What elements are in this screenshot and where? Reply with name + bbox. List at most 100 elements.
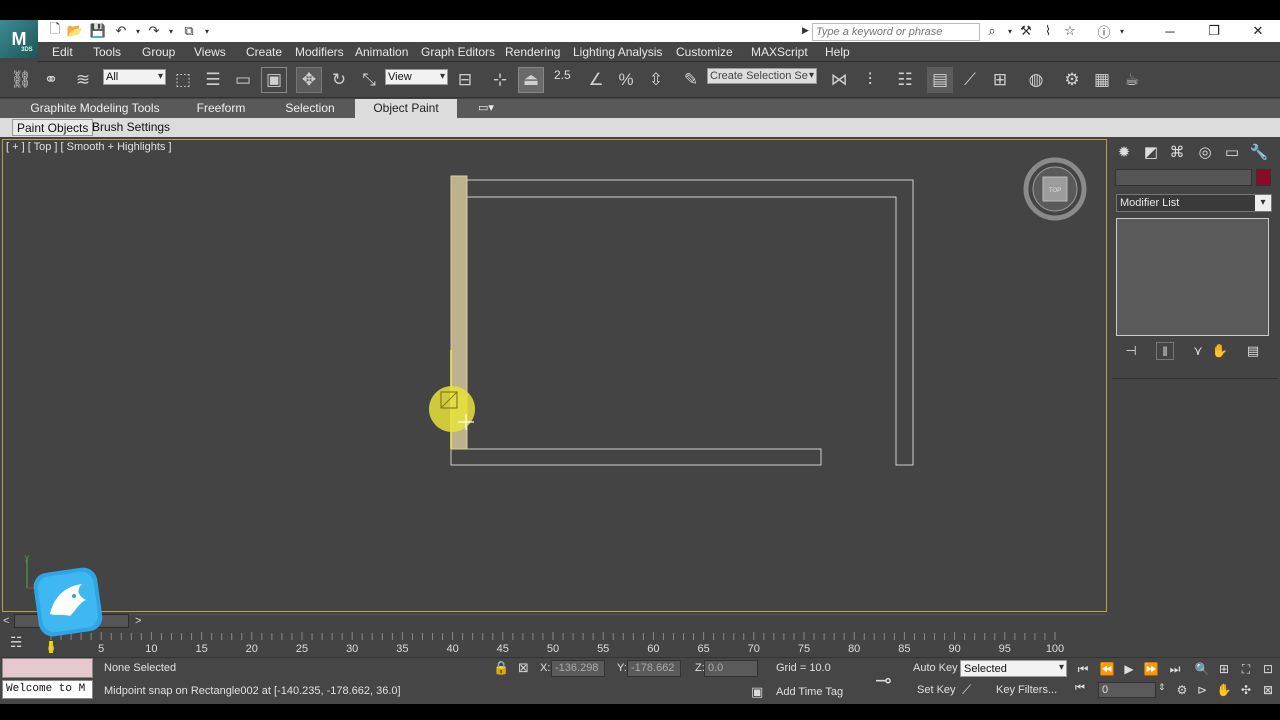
time-slider-next[interactable]: > [135, 615, 141, 627]
set-key-icon[interactable]: ⊸ [875, 668, 892, 693]
select-and-link-icon[interactable]: ⛓ [8, 67, 34, 93]
zoom-icon[interactable]: 🔍 [1192, 660, 1212, 678]
hierarchy-panel-icon[interactable]: ⌘ [1166, 142, 1188, 162]
menu-modifiers[interactable]: Modifiers [295, 45, 344, 59]
y-coordinate-field[interactable]: -178.662 [627, 660, 681, 677]
modifier-list-dropdown[interactable]: Modifier List ▾ [1116, 194, 1272, 212]
current-frame-field[interactable]: 0 [1098, 682, 1156, 698]
select-by-name-icon[interactable]: ☰ [200, 67, 226, 93]
panel-paint-objects[interactable]: Paint Objects [12, 119, 94, 136]
remove-modifier-icon[interactable]: ✋ [1211, 342, 1229, 360]
default-in-out-tangents-icon[interactable]: ⟋ [962, 682, 971, 698]
keyboard-shortcut-override-icon[interactable]: ⏏ [518, 67, 544, 93]
favorites-star-icon[interactable]: ☆ [1060, 22, 1080, 40]
pin-stack-icon[interactable]: ⊣ [1122, 342, 1140, 360]
go-to-end-icon[interactable]: ⏭ [1165, 660, 1185, 678]
window-crossing-icon[interactable]: ▣ [261, 67, 287, 93]
menu-group[interactable]: Group [142, 45, 175, 59]
frame-spinner-icon[interactable]: ⇕ [1158, 682, 1166, 693]
menu-edit[interactable]: Edit [52, 45, 73, 59]
mirror-icon[interactable]: ⋈ [826, 67, 852, 93]
set-key-button[interactable]: Set Key [917, 684, 956, 696]
snaps-toggle-value[interactable]: 2.5 [554, 68, 571, 82]
go-to-start-icon[interactable]: ⏮ [1073, 660, 1093, 678]
menu-views[interactable]: Views [194, 45, 226, 59]
binoculars-icon[interactable]: ⌕ [982, 22, 1002, 40]
menu-maxscript[interactable]: MAXScript [751, 45, 808, 59]
edit-named-selection-icon[interactable]: ✎ [678, 67, 704, 93]
key-filters-button[interactable]: Key Filters... [996, 684, 1057, 696]
absolute-mode-icon[interactable]: ⊠ [518, 660, 529, 676]
key-mode-dropdown[interactable]: Selected [960, 660, 1067, 677]
redo-icon[interactable]: ↷ [145, 22, 163, 40]
open-file-icon[interactable]: 📂 [66, 22, 84, 40]
previous-frame-icon[interactable]: ⏪ [1097, 660, 1117, 678]
render-setup-icon[interactable]: ⚙ [1059, 67, 1085, 93]
top-viewport[interactable] [2, 139, 1107, 612]
menu-rendering[interactable]: Rendering [505, 45, 560, 59]
restore-button[interactable]: ❐ [1192, 20, 1236, 42]
panel-brush-settings[interactable]: Brush Settings [88, 119, 174, 136]
time-slider-prev[interactable]: < [3, 615, 9, 627]
spinner-snap-icon[interactable]: ⇳ [643, 67, 669, 93]
show-end-result-icon[interactable]: ‖ [1156, 342, 1174, 360]
modifier-stack[interactable] [1116, 218, 1269, 336]
render-teapot-icon[interactable]: ☕ [1119, 67, 1145, 93]
object-name-field[interactable] [1115, 169, 1252, 186]
named-selection-sets-dropdown[interactable]: Create Selection Se [707, 68, 817, 84]
project-folder-icon[interactable]: ⧉ [180, 22, 198, 40]
redo-dropdown-icon[interactable]: ▾ [162, 22, 180, 40]
play-icon[interactable]: ▶ [1119, 660, 1139, 678]
viewport-label[interactable]: [ + ] [ Top ] [ Smooth + Highlights ] [6, 141, 172, 153]
zoom-all-icon[interactable]: ⊞ [1214, 660, 1234, 678]
search-input[interactable] [812, 23, 980, 41]
key-mode-toggle-icon[interactable]: ⏮ [1075, 682, 1085, 695]
field-of-view-icon[interactable]: ⊳ [1192, 681, 1212, 699]
select-and-scale-icon[interactable]: ⤡ [356, 67, 382, 93]
selection-lock-icon[interactable]: 🔒 [493, 660, 509, 676]
tab-freeform[interactable]: Freeform [186, 99, 256, 118]
time-tag-icon[interactable]: ▣ [751, 684, 763, 700]
tab-selection[interactable]: Selection [275, 99, 345, 118]
rectangular-selection-icon[interactable]: ▭ [230, 67, 256, 93]
close-button[interactable]: ✕ [1236, 20, 1280, 42]
select-and-move-icon[interactable]: ✥ [296, 67, 322, 93]
align-icon[interactable]: ⫶ [857, 67, 883, 93]
ribbon-options-icon[interactable]: ▭▾ [478, 101, 494, 114]
bind-space-warp-icon[interactable]: ≋ [70, 67, 96, 93]
time-slider-track[interactable] [14, 614, 1106, 628]
make-unique-icon[interactable]: ⋎ [1189, 342, 1207, 360]
utilities-panel-icon[interactable]: 🔧 [1248, 142, 1270, 162]
time-configuration-icon[interactable]: ⚙ [1172, 681, 1192, 699]
curve-editor-mini-icon[interactable]: ☵ [10, 634, 23, 651]
curve-editor-icon[interactable]: ⟋ [957, 67, 983, 93]
display-panel-icon[interactable]: ▭ [1221, 142, 1243, 162]
motion-panel-icon[interactable]: ◎ [1194, 142, 1216, 162]
zoom-extents-all-icon[interactable]: ⊡ [1258, 660, 1278, 678]
percent-snap-icon[interactable]: % [613, 67, 639, 93]
modify-panel-icon[interactable]: ◩ [1140, 142, 1162, 162]
maxscript-mini-listener[interactable] [2, 658, 93, 678]
manipulate-icon[interactable]: ⊹ [487, 67, 513, 93]
add-time-tag-button[interactable]: Add Time Tag [776, 686, 843, 698]
maxscript-output[interactable]: Welcome to M [2, 680, 93, 699]
save-file-icon[interactable]: 💾 [89, 22, 107, 40]
tab-object-paint[interactable]: Object Paint [355, 99, 457, 118]
communication-center-icon[interactable]: ⌇ [1038, 22, 1058, 40]
unlink-selection-icon[interactable]: ⚭ [38, 67, 64, 93]
select-and-rotate-icon[interactable]: ↻ [326, 67, 352, 93]
layer-manager-icon[interactable]: ☷ [892, 67, 918, 93]
pan-view-icon[interactable]: ✋ [1214, 681, 1234, 699]
rendered-frame-window-icon[interactable]: ▦ [1089, 67, 1115, 93]
next-frame-icon[interactable]: ⏩ [1141, 660, 1161, 678]
reference-coordinate-dropdown[interactable]: View [385, 69, 448, 85]
trackbar[interactable] [38, 630, 1066, 656]
menu-animation[interactable]: Animation [355, 45, 408, 59]
material-editor-icon[interactable]: ◍ [1023, 67, 1049, 93]
graphite-toggle-icon[interactable]: ▤ [927, 67, 953, 93]
minimize-button[interactable]: ─ [1148, 20, 1192, 42]
auto-key-button[interactable]: Auto Key [913, 662, 958, 674]
pivot-center-icon[interactable]: ⊟ [452, 67, 478, 93]
z-coordinate-field[interactable]: 0.0 [704, 660, 758, 677]
menu-graph-editors[interactable]: Graph Editors [421, 45, 495, 59]
